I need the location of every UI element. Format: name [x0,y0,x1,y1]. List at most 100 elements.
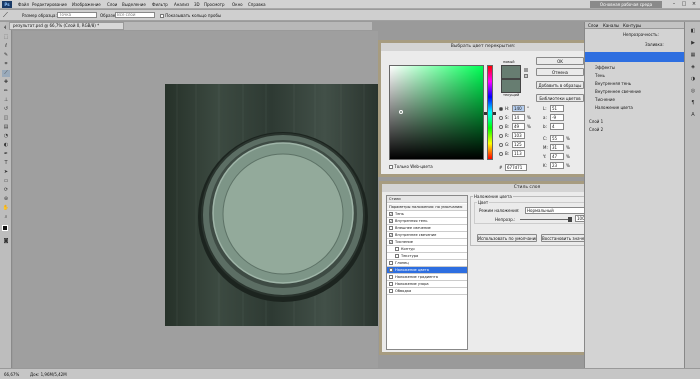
layer-panel-item[interactable]: Тень [595,73,605,78]
history-brush-icon[interactable]: ↺ [2,106,10,113]
field-radio-4[interactable] [499,142,503,147]
close-icon[interactable]: × [690,1,698,8]
field-value[interactable]: 31 [550,144,564,151]
field-value[interactable]: 113 [512,150,525,157]
hand-tool-icon[interactable]: ✋ [2,205,10,212]
layer-panel-item[interactable]: Внутренняя тень [595,81,631,86]
style-checkbox[interactable] [389,261,393,265]
menu-window[interactable]: Окно [232,2,243,7]
eyedropper-icon[interactable]: ⟋ [2,70,10,77]
style-checkbox[interactable] [395,247,399,251]
quick-select-tool-icon[interactable]: ✎ [2,52,10,59]
style-checkbox[interactable] [389,226,393,230]
adjustments-panel-icon[interactable]: ◑ [689,76,697,83]
field-value[interactable]: 23 [550,162,564,169]
sample-select[interactable]: Все слои [115,12,155,18]
menu-file[interactable]: Файл [18,2,29,7]
layer-panel-item[interactable]: Слой 2 [589,127,603,132]
healing-tool-icon[interactable]: ✚ [2,79,10,86]
type-tool-icon[interactable]: T [2,160,10,167]
style-list-item[interactable]: ✓ Наложение цвета [387,267,467,274]
pen-tool-icon[interactable]: ✒ [2,151,10,158]
document-canvas[interactable] [165,84,378,326]
color-field-cursor[interactable] [399,110,403,114]
menu-help[interactable]: Справка [248,2,266,7]
field-value[interactable]: 125 [512,141,525,148]
crop-tool-icon[interactable]: ⌗ [2,61,10,68]
color-field[interactable] [389,65,484,160]
stamp-tool-icon[interactable]: ⊥ [2,97,10,104]
eyedropper-tool-icon[interactable]: ⟋ [3,11,8,20]
layer-panel-item[interactable]: Тиснение [595,97,615,102]
styles-panel-icon[interactable]: ◈ [689,64,697,71]
menu-view[interactable]: Просмотр [204,2,225,7]
field-value[interactable]: -9 [550,114,564,121]
character-panel-icon[interactable]: A [689,112,697,119]
style-list-item[interactable]: Внешнее свечение [387,225,467,232]
style-checkbox[interactable]: ✓ [389,268,393,272]
field-radio-3[interactable] [499,133,503,138]
path-select-icon[interactable]: ➤ [2,169,10,176]
3d-rotate-icon[interactable]: ⟳ [2,187,10,194]
marquee-tool-icon[interactable]: ⬚ [2,34,10,41]
style-checkbox[interactable]: ✓ [389,233,393,237]
menu-image[interactable]: Изображение [72,2,101,7]
sample-size-select[interactable]: Точка [57,12,97,18]
blend-mode-select[interactable]: Нормальный [525,207,585,214]
style-list-item[interactable]: ✓ Тень [387,211,467,218]
field-radio-1[interactable] [499,115,503,120]
field-value[interactable]: 47 [550,153,564,160]
zoom-tool-icon[interactable]: ⌕ [2,214,10,221]
layer-panel-item[interactable]: Внутреннее свечение [595,89,641,94]
layer-panel-item[interactable]: Эффекты [595,65,615,70]
layer-panel-item[interactable]: Слой 1 [589,119,603,124]
masks-panel-icon[interactable]: ◎ [689,88,697,95]
field-radio-2[interactable] [499,124,503,129]
field-value[interactable]: 103 [512,132,525,139]
paragraph-panel-icon[interactable]: ¶ [689,100,697,107]
menu-3d[interactable]: 3D [194,2,200,7]
add-to-swatches-button[interactable]: Добавить в образцы [536,81,584,89]
style-list-item[interactable]: ✓ Внутренняя тень [387,218,467,225]
field-value[interactable]: 49 [512,123,525,130]
style-list-item[interactable]: Параметры наложения: по умолчанию [387,204,467,211]
make-default-button[interactable]: Использовать по умолчанию [477,234,537,242]
maximize-icon[interactable]: □ [680,1,688,8]
brush-tool-icon[interactable]: ✏ [2,88,10,95]
actions-panel-icon[interactable]: ▶ [689,40,697,47]
field-radio-0[interactable] [499,106,503,111]
field-value[interactable]: 55 [550,135,564,142]
zoom-level[interactable]: 66,67% [4,372,19,377]
layer-row-selected[interactable] [585,52,685,62]
field-value[interactable]: 4 [550,123,564,130]
style-list-item[interactable]: Обводка [387,288,467,295]
gamut-warning-icon[interactable] [524,68,528,72]
minimize-icon[interactable]: – [670,1,678,8]
eraser-tool-icon[interactable]: ◫ [2,115,10,122]
color-cancel-button[interactable]: Отмена [536,68,584,76]
field-value[interactable]: 51 [550,105,564,112]
hue-slider-handle[interactable] [484,112,496,115]
menu-layers[interactable]: Слои [107,2,117,7]
blur-tool-icon[interactable]: ◔ [2,133,10,140]
menu-edit[interactable]: Редактирование [32,2,67,7]
style-list-item[interactable]: Стили [387,196,467,203]
3d-orbit-icon[interactable]: ⊛ [2,196,10,203]
opacity-slider[interactable] [520,219,570,220]
style-list-item[interactable]: ✓ Тиснение [387,239,467,246]
web-safe-icon[interactable] [524,74,528,78]
style-list-item[interactable]: Контур [387,246,467,253]
tab-channels[interactable]: Каналы [603,23,619,28]
style-checkbox[interactable] [395,254,399,258]
gradient-tool-icon[interactable]: ▤ [2,124,10,131]
style-checkbox[interactable] [389,282,393,286]
tab-layers[interactable]: Слои [588,23,598,28]
layer-panel-item[interactable]: Наложение цвета [595,105,633,110]
field-value[interactable]: 14 [512,114,525,121]
tab-paths[interactable]: Контуры [623,23,641,28]
style-list-item[interactable]: ✓ Внутреннее свечение [387,232,467,239]
style-list-item[interactable]: Наложение градиента [387,274,467,281]
menu-select[interactable]: Выделение [122,2,146,7]
dodge-tool-icon[interactable]: ◐ [2,142,10,149]
color-libraries-button[interactable]: Библиотеки цветов [536,94,584,102]
